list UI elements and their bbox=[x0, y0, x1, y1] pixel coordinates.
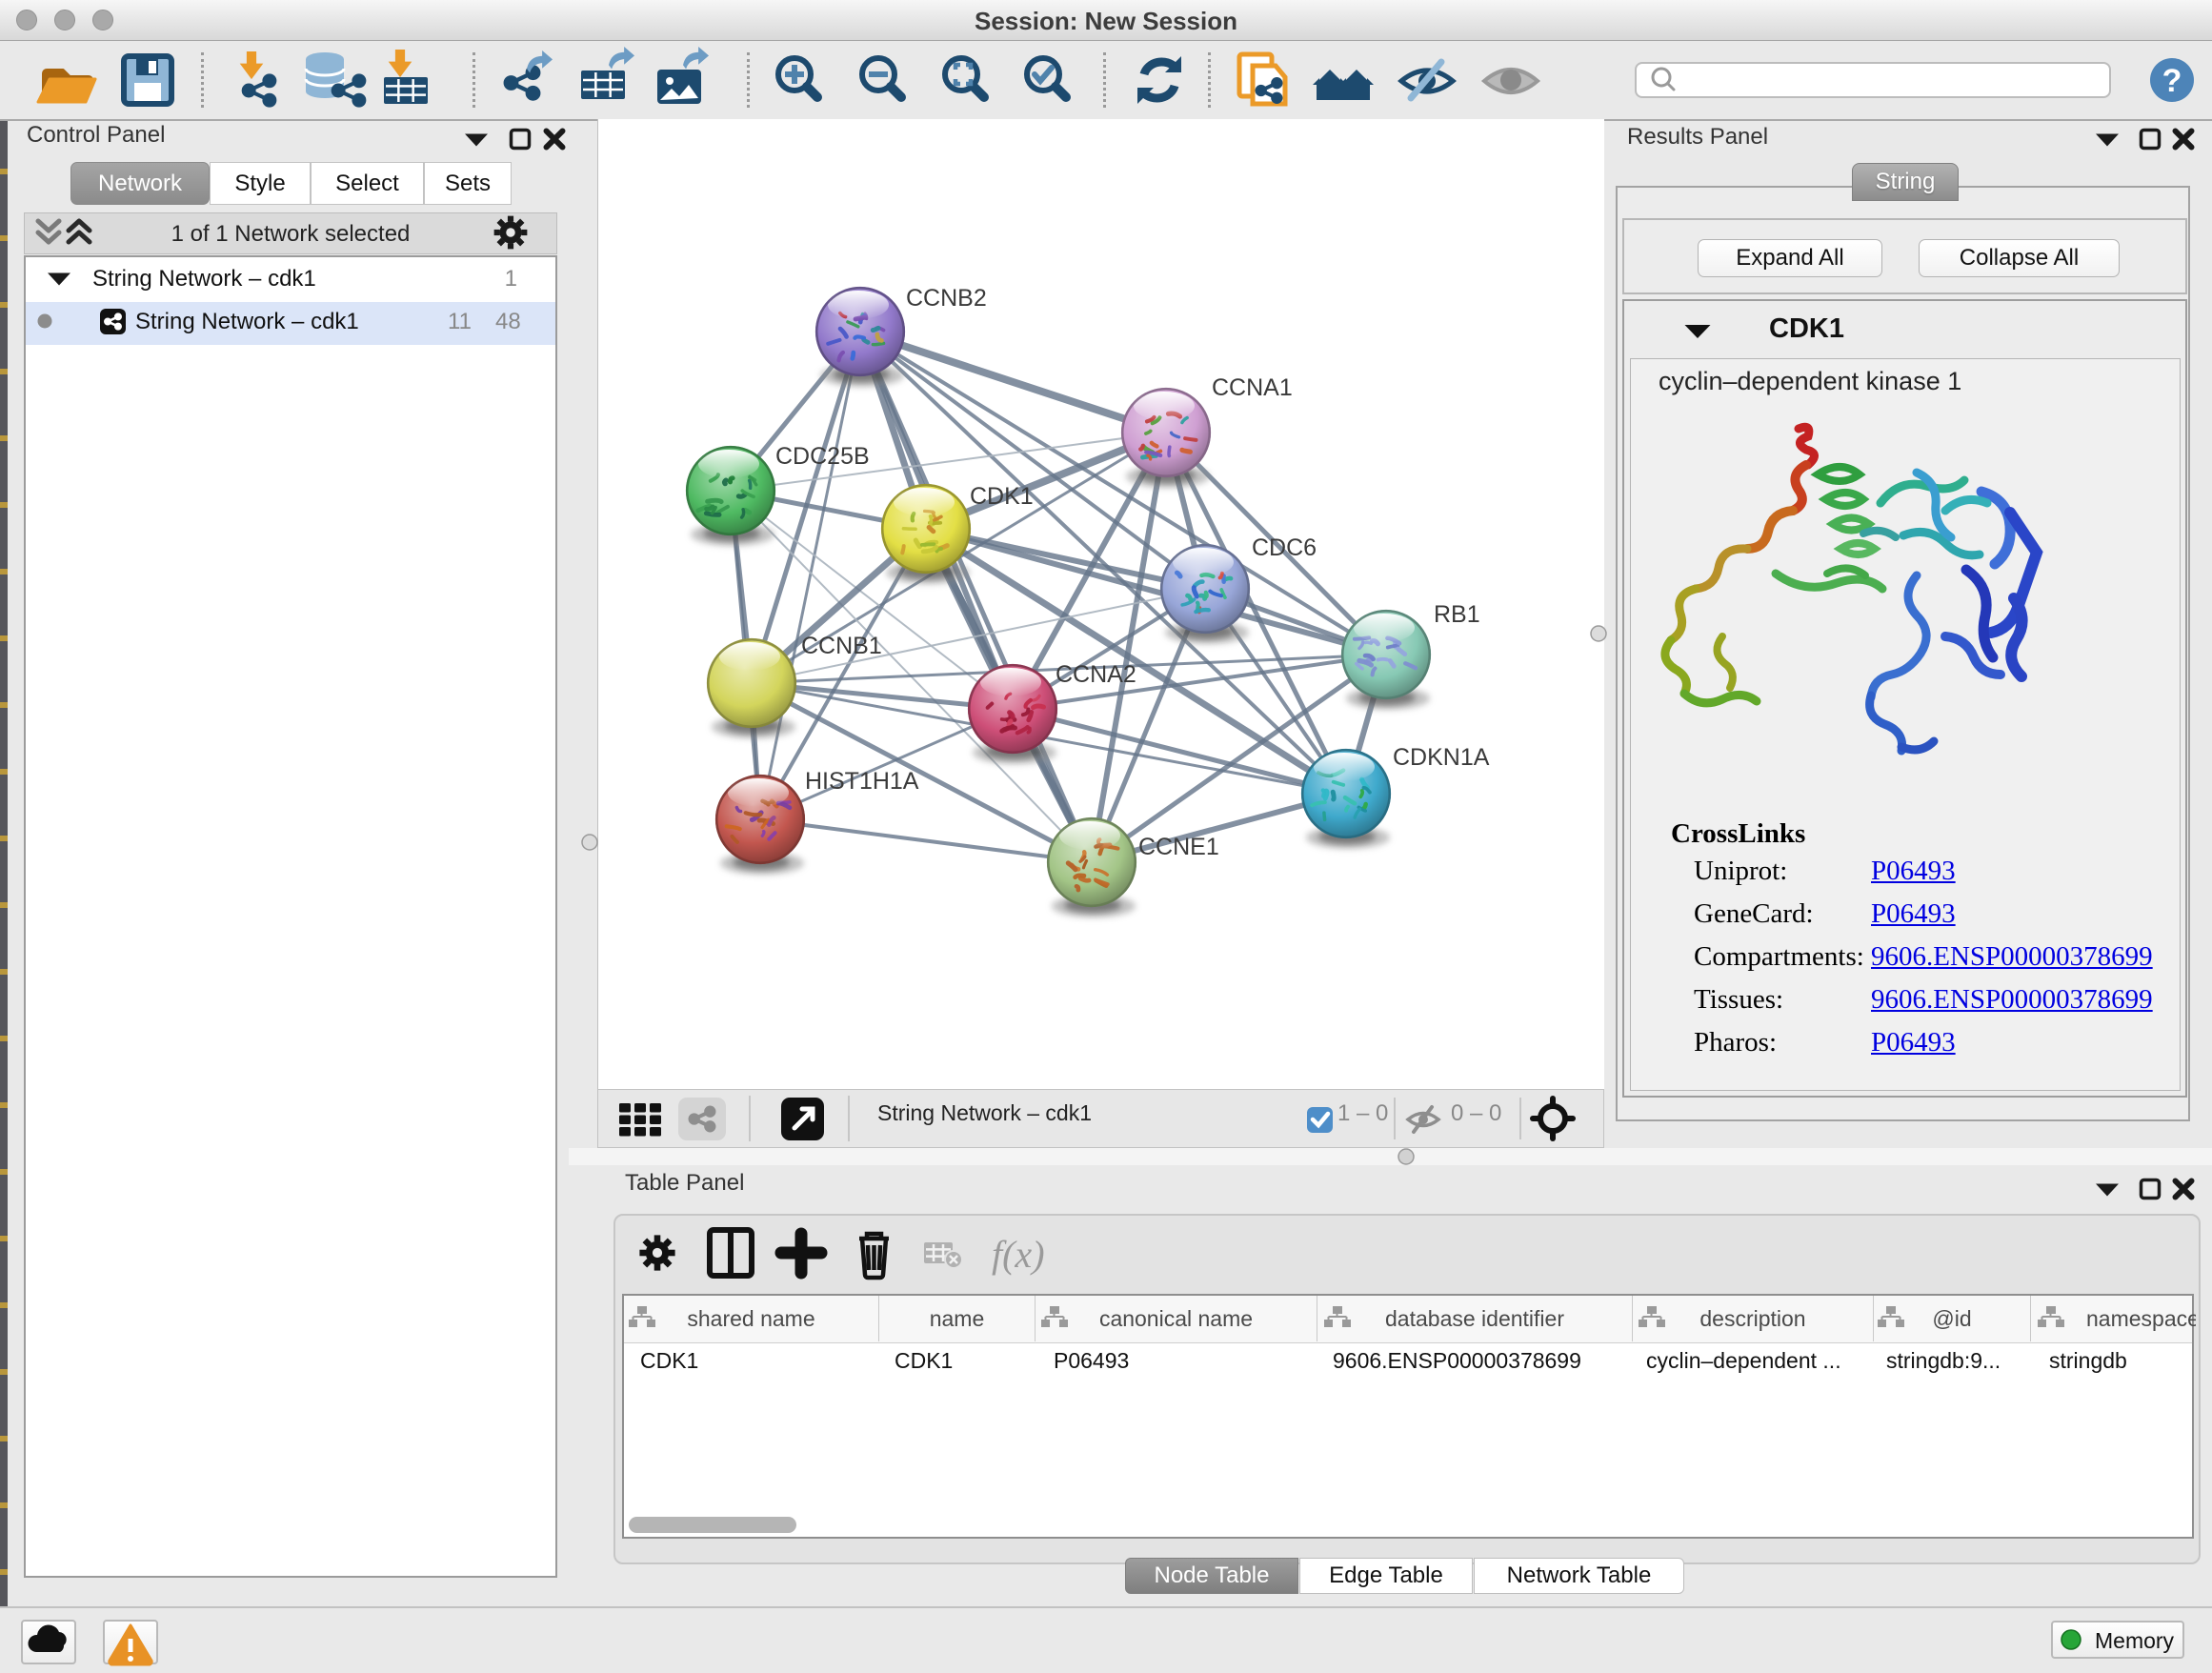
svg-text:HIST1H1A: HIST1H1A bbox=[805, 768, 919, 795]
svg-text:?: ? bbox=[2162, 63, 2182, 99]
svg-text:CCNB1: CCNB1 bbox=[801, 633, 882, 659]
svg-text:CDC6: CDC6 bbox=[1252, 534, 1317, 561]
svg-text:CCNE1: CCNE1 bbox=[1138, 834, 1219, 860]
svg-text:CCNA2: CCNA2 bbox=[1056, 661, 1136, 688]
svg-text:CDKN1A: CDKN1A bbox=[1393, 744, 1490, 771]
svg-text:CDK1: CDK1 bbox=[970, 483, 1034, 510]
svg-text:CDC25B: CDC25B bbox=[775, 443, 870, 470]
svg-text:CCNB2: CCNB2 bbox=[906, 285, 987, 312]
svg-text:CCNA1: CCNA1 bbox=[1212, 374, 1293, 401]
svg-text:RB1: RB1 bbox=[1434, 601, 1480, 628]
